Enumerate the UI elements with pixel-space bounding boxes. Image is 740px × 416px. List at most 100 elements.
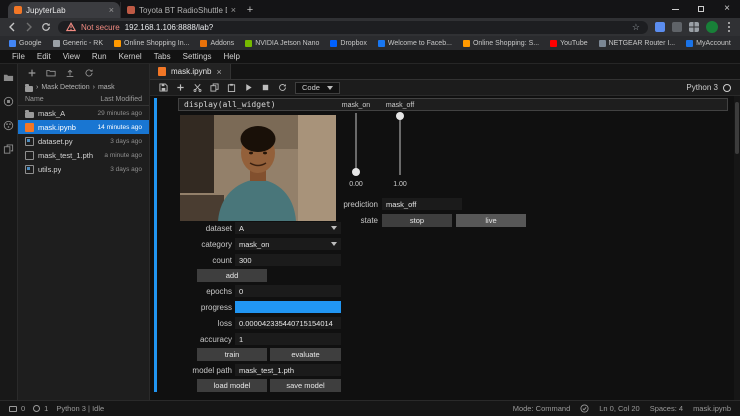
save-model-button[interactable]: save model (270, 379, 341, 392)
train-button[interactable]: train (197, 348, 267, 361)
back-icon[interactable] (7, 22, 17, 32)
slider-handle[interactable] (352, 168, 360, 176)
new-tab-button[interactable]: + (242, 2, 258, 18)
bookmark-item[interactable]: MyAccount (686, 39, 731, 47)
extension-grid-icon[interactable] (689, 22, 699, 32)
minimize-icon[interactable] (662, 0, 688, 18)
count-field[interactable]: 300 (235, 254, 341, 266)
bookmark-item[interactable]: NVIDIA Jetson Nano (245, 39, 319, 47)
slider-track[interactable] (396, 112, 404, 175)
notebook-tab[interactable]: mask.ipynb × (150, 64, 231, 79)
live-button[interactable]: live (456, 214, 526, 227)
scrollbar-thumb[interactable] (735, 102, 739, 154)
model-path-field[interactable]: mask_test_1.pth (235, 364, 341, 376)
file-row-mask-test-pth[interactable]: mask_test_1.pth a minute ago (18, 148, 149, 162)
file-row-mask-a[interactable]: mask_A 29 minutes ago (18, 106, 149, 120)
loss-field[interactable]: 0.000042335440715154014 (235, 317, 341, 329)
slider-handle[interactable] (396, 112, 404, 120)
menu-help[interactable]: Help (218, 52, 246, 61)
menu-kernel[interactable]: Kernel (113, 52, 148, 61)
bookmark-star-icon[interactable]: ☆ (632, 22, 640, 33)
bookmark-item[interactable]: Google (9, 39, 42, 47)
file-row-utils-py[interactable]: utils.py 3 days ago (18, 162, 149, 176)
run-cell-icon[interactable] (244, 83, 253, 92)
running-sessions-icon[interactable] (3, 96, 14, 107)
accuracy-field[interactable]: 1 (235, 333, 341, 345)
extension-icon[interactable] (672, 22, 682, 32)
bookmark-item[interactable]: Online Shopping In... (114, 39, 189, 47)
bookmark-item[interactable]: Online Shopping: S... (462, 39, 539, 47)
add-button[interactable]: add (197, 269, 267, 282)
close-tab-icon[interactable]: × (231, 5, 236, 15)
epochs-field[interactable]: 0 (235, 285, 341, 297)
file-list-header[interactable]: Name Last Modified (18, 93, 149, 106)
stop-button[interactable]: stop (382, 214, 452, 227)
stop-kernel-icon[interactable] (261, 83, 270, 92)
column-last-modified[interactable]: Last Modified (100, 96, 142, 103)
notebook-scrollbar[interactable] (734, 96, 740, 400)
mode-indicator[interactable]: Mode: Command (513, 404, 571, 413)
url-text[interactable]: 192.168.1.106:8888/lab? (125, 23, 627, 32)
kernels-status[interactable]: 1 (33, 404, 48, 413)
mask-on-slider[interactable]: mask_on 0.00 (334, 102, 378, 188)
tabs-icon[interactable] (3, 144, 14, 155)
menu-edit[interactable]: Edit (31, 52, 57, 61)
file-row-mask-ipynb[interactable]: mask.ipynb 14 minutes ago (18, 120, 149, 134)
menu-tabs[interactable]: Tabs (148, 52, 177, 61)
refresh-filelist-icon[interactable] (84, 68, 94, 78)
load-model-button[interactable]: load model (197, 379, 267, 392)
restart-kernel-icon[interactable] (278, 83, 287, 92)
new-folder-icon[interactable] (46, 68, 56, 78)
cell-type-select[interactable]: Code (295, 81, 340, 94)
maximize-icon[interactable] (688, 0, 714, 18)
home-folder-icon[interactable] (25, 83, 33, 92)
profile-avatar[interactable] (706, 21, 718, 33)
bookmark-item[interactable]: NETGEAR Router I... (598, 39, 675, 47)
file-row-dataset-py[interactable]: dataset.py 3 days ago (18, 134, 149, 148)
kernel-indicator[interactable]: Python 3 (686, 83, 731, 92)
close-notebook-icon[interactable]: × (216, 67, 221, 77)
indent-setting[interactable]: Spaces: 4 (650, 404, 683, 413)
evaluate-button[interactable]: evaluate (270, 348, 341, 361)
bookmark-item[interactable]: Generic - RK (52, 39, 103, 47)
breadcrumb-current[interactable]: mask (98, 84, 115, 91)
command-palette-icon[interactable] (3, 120, 14, 131)
dataset-select[interactable]: A (235, 222, 341, 234)
not-secure-warning-icon[interactable] (66, 22, 76, 32)
menu-settings[interactable]: Settings (177, 52, 218, 61)
paste-cell-icon[interactable] (227, 83, 236, 92)
bookmark-item[interactable]: Welcome to Faceb... (377, 39, 452, 47)
browser-tab-jupyterlab[interactable]: JupyterLab × (8, 2, 120, 18)
menu-file[interactable]: File (6, 52, 31, 61)
chrome-menu-icon[interactable] (725, 22, 733, 32)
notebook-content[interactable]: display(all_widget) mask_on 0.00 mask_of… (150, 96, 740, 400)
copy-cell-icon[interactable] (210, 83, 219, 92)
bookmark-item[interactable]: Addons (200, 39, 234, 47)
category-select[interactable]: mask_on (235, 238, 341, 250)
cut-cell-icon[interactable] (193, 83, 202, 92)
column-name[interactable]: Name (25, 96, 44, 103)
extension-icon[interactable] (655, 22, 665, 32)
kernel-status-text[interactable]: Python 3 | Idle (56, 404, 104, 413)
active-cell-indicator[interactable] (154, 98, 157, 392)
code-cell-editor[interactable]: display(all_widget) (178, 98, 728, 111)
browser-tab-toyota[interactable]: Toyota BT RadioShuttle Datash... × (120, 2, 242, 18)
files-icon[interactable] (3, 72, 14, 83)
prediction-field[interactable]: mask_off (382, 198, 462, 210)
mask-off-slider[interactable]: mask_off 1.00 (378, 102, 422, 188)
refresh-icon[interactable] (41, 22, 51, 32)
address-input[interactable]: Not secure 192.168.1.106:8888/lab? ☆ (58, 20, 648, 34)
save-icon[interactable] (159, 83, 168, 92)
cursor-position[interactable]: Ln 0, Col 20 (599, 404, 639, 413)
close-window-icon[interactable]: × (714, 0, 740, 18)
add-cell-icon[interactable] (176, 83, 185, 92)
forward-icon[interactable] (24, 22, 34, 32)
bookmark-item[interactable]: YouTube (550, 39, 588, 47)
menu-view[interactable]: View (57, 52, 86, 61)
slider-track[interactable] (352, 113, 360, 176)
close-tab-icon[interactable]: × (109, 5, 114, 15)
breadcrumb-parent[interactable]: Mask Detection (41, 84, 89, 91)
menu-run[interactable]: Run (86, 52, 113, 61)
terminals-status[interactable]: 0 (9, 404, 25, 413)
bookmark-item[interactable]: Dropbox (330, 39, 367, 47)
